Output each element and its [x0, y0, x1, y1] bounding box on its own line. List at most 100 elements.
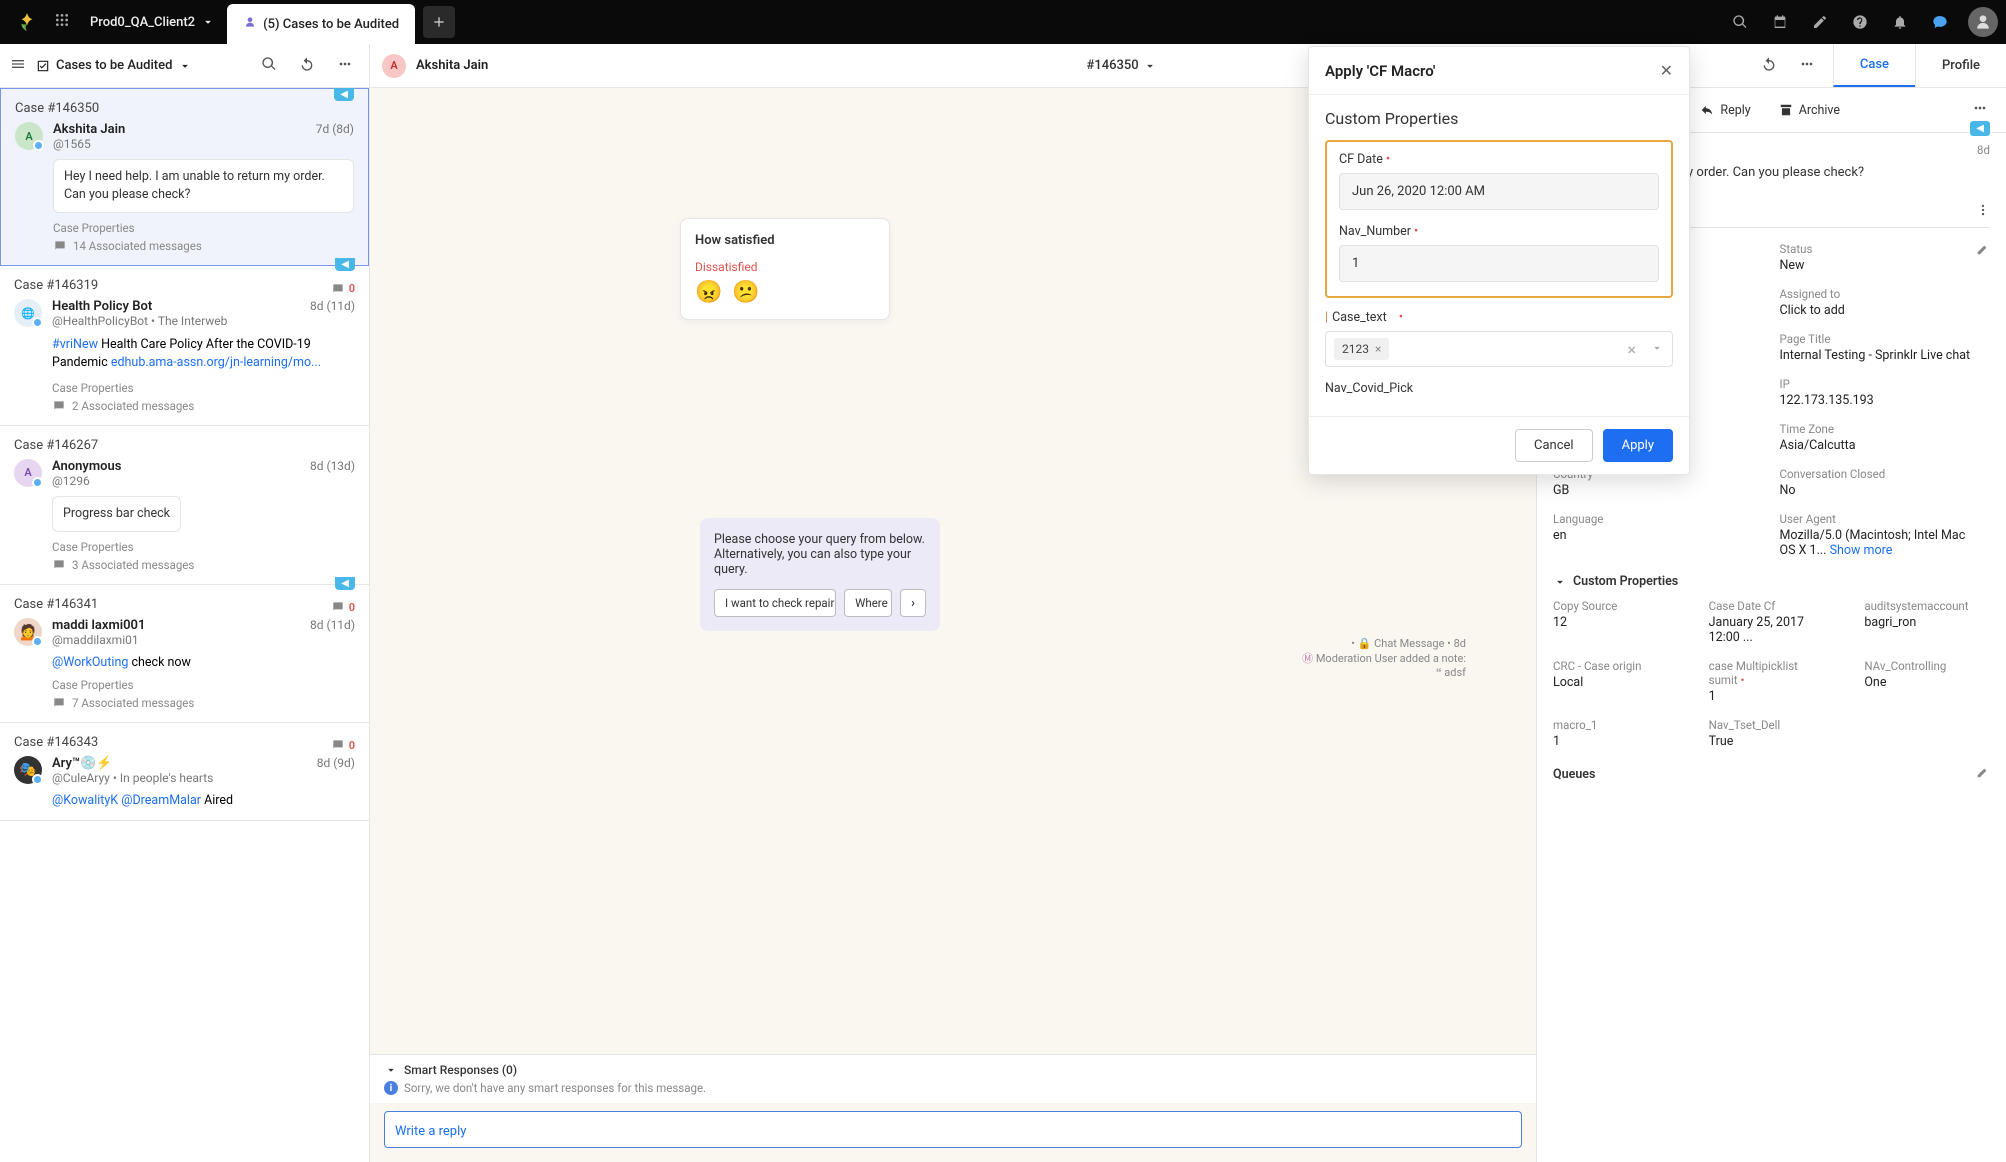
- reply-button[interactable]: Reply: [1688, 97, 1762, 124]
- property-value[interactable]: Asia/Calcutta: [1780, 438, 1977, 453]
- property-value[interactable]: bagri_ron: [1864, 615, 1990, 630]
- property-value[interactable]: 1: [1553, 734, 1679, 749]
- case-properties-link[interactable]: Case Properties: [52, 381, 355, 395]
- property-value[interactable]: en: [1553, 528, 1750, 543]
- property-value[interactable]: January 25, 2017 12:00 ...: [1709, 615, 1835, 645]
- property-value[interactable]: 122.173.135.193: [1780, 393, 1977, 408]
- bell-icon[interactable]: [1890, 12, 1910, 32]
- message-preview: #vriNew Health Care Policy After the COV…: [52, 336, 355, 372]
- refresh-icon[interactable]: [1761, 56, 1777, 76]
- close-icon[interactable]: ✕: [1660, 61, 1673, 80]
- reply-input[interactable]: [395, 1124, 1511, 1139]
- chat-icon[interactable]: [1930, 12, 1950, 32]
- case-card[interactable]: ◀ Case #146341 0 🙍 maddi laxmi001 @maddi…: [0, 585, 369, 723]
- custom-properties-header[interactable]: Custom Properties: [1553, 574, 1990, 589]
- avatar: 🎭: [14, 756, 42, 784]
- case-card[interactable]: Case #146343 0 🎭 Ary™💿⚡ @CuleAryy • In p…: [0, 723, 369, 821]
- refresh-icon[interactable]: [299, 56, 315, 76]
- property: Nav_Tset_DellTrue: [1709, 718, 1835, 749]
- search-icon[interactable]: [261, 56, 277, 76]
- add-tab-button[interactable]: [423, 6, 455, 38]
- apply-button[interactable]: Apply: [1603, 429, 1673, 462]
- search-icon[interactable]: [1730, 12, 1750, 32]
- remove-icon[interactable]: ×: [1375, 342, 1381, 356]
- cancel-button[interactable]: Cancel: [1515, 429, 1593, 462]
- property: NAv_ControllingOne: [1864, 659, 1990, 704]
- property-value[interactable]: No: [1780, 483, 1977, 498]
- lock-icon: 🔒: [1358, 637, 1372, 650]
- case-id-dropdown[interactable]: #146350: [1087, 58, 1157, 73]
- associated-messages[interactable]: 3 Associated messages: [52, 558, 355, 572]
- property-value[interactable]: Internal Testing - Sprinklr Live chat: [1780, 348, 1977, 363]
- archive-button[interactable]: Archive: [1767, 97, 1852, 124]
- chevron-down-icon: [1553, 575, 1567, 589]
- profile-avatar[interactable]: [1968, 7, 1998, 37]
- property-value[interactable]: 12: [1553, 615, 1679, 630]
- more-icon[interactable]: [337, 56, 353, 76]
- plus-icon: [431, 14, 447, 30]
- workspace-switcher[interactable]: Prod0_QA_Client2: [78, 15, 227, 30]
- cf-date-input[interactable]: [1339, 173, 1659, 210]
- queue-selector[interactable]: Cases to be Audited: [36, 58, 192, 73]
- hamburger-icon[interactable]: [10, 56, 26, 76]
- contact-handle: @maddilaxmi01: [52, 633, 300, 647]
- custom-properties-grid: Copy Source12Case Date CfJanuary 25, 201…: [1553, 599, 1990, 749]
- tab-title: (5) Cases to be Audited: [263, 17, 399, 32]
- property-value[interactable]: Local: [1553, 675, 1679, 690]
- property-value[interactable]: New: [1780, 258, 1977, 273]
- help-icon[interactable]: [1850, 12, 1870, 32]
- emoji-sad[interactable]: 😕: [732, 280, 759, 305]
- case-properties-link[interactable]: Case Properties: [53, 221, 354, 235]
- next-button[interactable]: ›: [900, 589, 926, 617]
- calendar-icon[interactable]: [1770, 12, 1790, 32]
- property-value[interactable]: GB: [1553, 483, 1750, 498]
- property-label: Language: [1553, 512, 1750, 526]
- chevron-down-icon[interactable]: [1650, 340, 1664, 359]
- contact-name: Akshita Jain: [416, 58, 488, 73]
- edit-icon[interactable]: [1976, 765, 1990, 783]
- quick-reply-button[interactable]: I want to check repair status.: [714, 589, 836, 617]
- case-number: Case #146267: [14, 438, 355, 453]
- reply-input-wrapper[interactable]: [384, 1111, 1522, 1148]
- more-icon[interactable]: [1799, 56, 1815, 76]
- edit-icon[interactable]: [1810, 12, 1830, 32]
- edit-icon[interactable]: [1976, 242, 1990, 260]
- case-card[interactable]: ◀ Case #146319 0 🌐 Health Policy Bot @He…: [0, 266, 369, 425]
- property-value[interactable]: Click to add: [1780, 303, 1977, 318]
- browser-tab[interactable]: (5) Cases to be Audited: [227, 4, 415, 44]
- contact-name: Akshita Jain: [53, 122, 306, 137]
- contact-name: Anonymous: [52, 459, 300, 474]
- associated-messages[interactable]: 7 Associated messages: [52, 696, 355, 710]
- tab-case[interactable]: Case: [1833, 44, 1915, 87]
- property-value[interactable]: Mozilla/5.0 (Macintosh; Intel Mac OS X 1…: [1780, 528, 1977, 558]
- property: case Multipicklist sumit•1: [1709, 659, 1835, 704]
- more-vertical-icon[interactable]: [1976, 203, 1990, 221]
- property: Conversation ClosedNo: [1780, 467, 1977, 498]
- property-value[interactable]: One: [1864, 675, 1990, 690]
- property-value[interactable]: 1: [1709, 689, 1835, 704]
- property-value[interactable]: True: [1709, 734, 1835, 749]
- archive-icon: [1779, 103, 1793, 117]
- emoji-angry[interactable]: 😠: [695, 280, 722, 305]
- quick-reply-button[interactable]: Where is t: [844, 589, 892, 617]
- avatar-icon: [1973, 12, 1993, 32]
- case-card[interactable]: Case #146267 A Anonymous @1296 8d (13d) …: [0, 426, 369, 585]
- property-label: IP: [1780, 377, 1977, 391]
- case-properties-link[interactable]: Case Properties: [52, 678, 355, 692]
- case-card[interactable]: ◀ Case #146350 A Akshita Jain @1565 7d (…: [0, 88, 369, 266]
- clear-icon[interactable]: ×: [1627, 340, 1636, 359]
- queues-header[interactable]: Queues: [1553, 765, 1990, 783]
- associated-messages[interactable]: 2 Associated messages: [52, 399, 355, 413]
- bot-text: Please choose your query from below. Alt…: [714, 532, 926, 577]
- detail-tabs: Case Profile: [1833, 44, 2006, 87]
- apps-grid-icon[interactable]: [54, 12, 70, 32]
- case-text-input[interactable]: 2123× ×: [1325, 331, 1673, 367]
- queue-title: Cases to be Audited: [56, 58, 172, 73]
- smart-responses-toggle[interactable]: Smart Responses (0): [384, 1063, 1522, 1077]
- chevron-down-icon: [178, 59, 192, 73]
- nav-number-input[interactable]: [1339, 245, 1659, 282]
- tab-profile[interactable]: Profile: [1915, 44, 2006, 87]
- associated-messages[interactable]: 14 Associated messages: [53, 239, 354, 253]
- more-icon[interactable]: [1964, 96, 1996, 124]
- case-properties-link[interactable]: Case Properties: [52, 540, 355, 554]
